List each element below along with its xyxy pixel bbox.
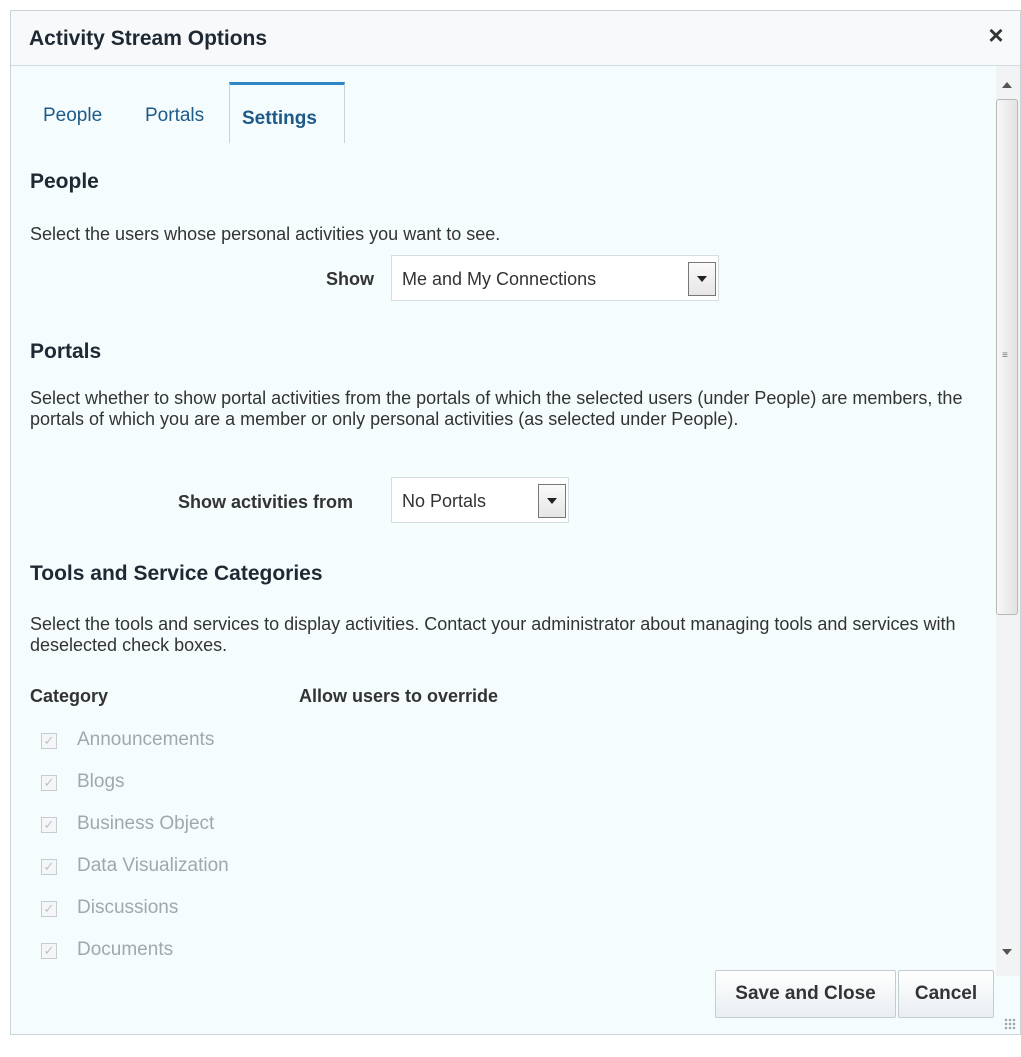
- tools-description: Select the tools and services to display…: [30, 614, 956, 655]
- check-icon[interactable]: ✓: [41, 775, 57, 791]
- save-and-close-button[interactable]: Save and Close: [715, 970, 896, 1018]
- show-label: Show: [326, 269, 374, 289]
- dialog-title: Activity Stream Options: [29, 27, 268, 50]
- tools-heading: Tools and Service Categories: [30, 562, 323, 585]
- vertical-scrollbar[interactable]: ≡: [996, 66, 1020, 976]
- category-column-header: Category: [30, 686, 109, 706]
- activity-stream-options-dialog: Activity Stream Options × People Portals…: [10, 10, 1021, 1035]
- resize-grip-icon[interactable]: [1004, 1018, 1016, 1030]
- people-show-select[interactable]: Me and My Connections: [391, 255, 719, 301]
- check-icon[interactable]: ✓: [41, 733, 57, 749]
- category-label: Business Object: [77, 813, 215, 834]
- portals-show-value: No Portals: [402, 491, 487, 511]
- scrollbar-thumb[interactable]: ≡: [996, 99, 1018, 615]
- category-label: Documents: [77, 939, 174, 960]
- portals-heading: Portals: [30, 340, 102, 363]
- tab-portals[interactable]: Portals: [133, 82, 216, 140]
- people-heading: People: [30, 170, 99, 193]
- category-label: Data Visualization: [77, 855, 229, 876]
- show-activities-label: Show activities from: [178, 492, 354, 512]
- check-icon[interactable]: ✓: [41, 901, 57, 917]
- portals-show-select[interactable]: No Portals: [391, 477, 569, 523]
- category-label: Announcements: [77, 729, 215, 750]
- dialog-titlebar: Activity Stream Options ×: [11, 11, 1020, 66]
- category-label: Blogs: [77, 771, 125, 792]
- check-icon[interactable]: ✓: [41, 817, 57, 833]
- category-label: Discussions: [77, 897, 179, 918]
- close-icon[interactable]: ×: [984, 22, 1008, 48]
- portals-description: Select whether to show portal activities…: [30, 388, 963, 429]
- chevron-down-icon[interactable]: [538, 484, 566, 518]
- people-description: Select the users whose personal activiti…: [30, 224, 501, 244]
- override-column-header: Allow users to override: [299, 686, 499, 706]
- grip-icon: ≡: [1002, 350, 1008, 361]
- check-icon[interactable]: ✓: [41, 859, 57, 875]
- dialog-content: People Portals Settings People Select th…: [11, 66, 996, 976]
- check-icon[interactable]: ✓: [41, 943, 57, 959]
- tab-people[interactable]: People: [31, 82, 114, 140]
- cancel-button[interactable]: Cancel: [898, 970, 994, 1018]
- tab-settings[interactable]: Settings: [229, 82, 345, 143]
- people-show-value: Me and My Connections: [402, 269, 597, 289]
- scroll-up-arrow-icon[interactable]: [1002, 82, 1012, 88]
- scroll-down-arrow-icon[interactable]: [1002, 949, 1012, 955]
- chevron-down-icon[interactable]: [688, 262, 716, 296]
